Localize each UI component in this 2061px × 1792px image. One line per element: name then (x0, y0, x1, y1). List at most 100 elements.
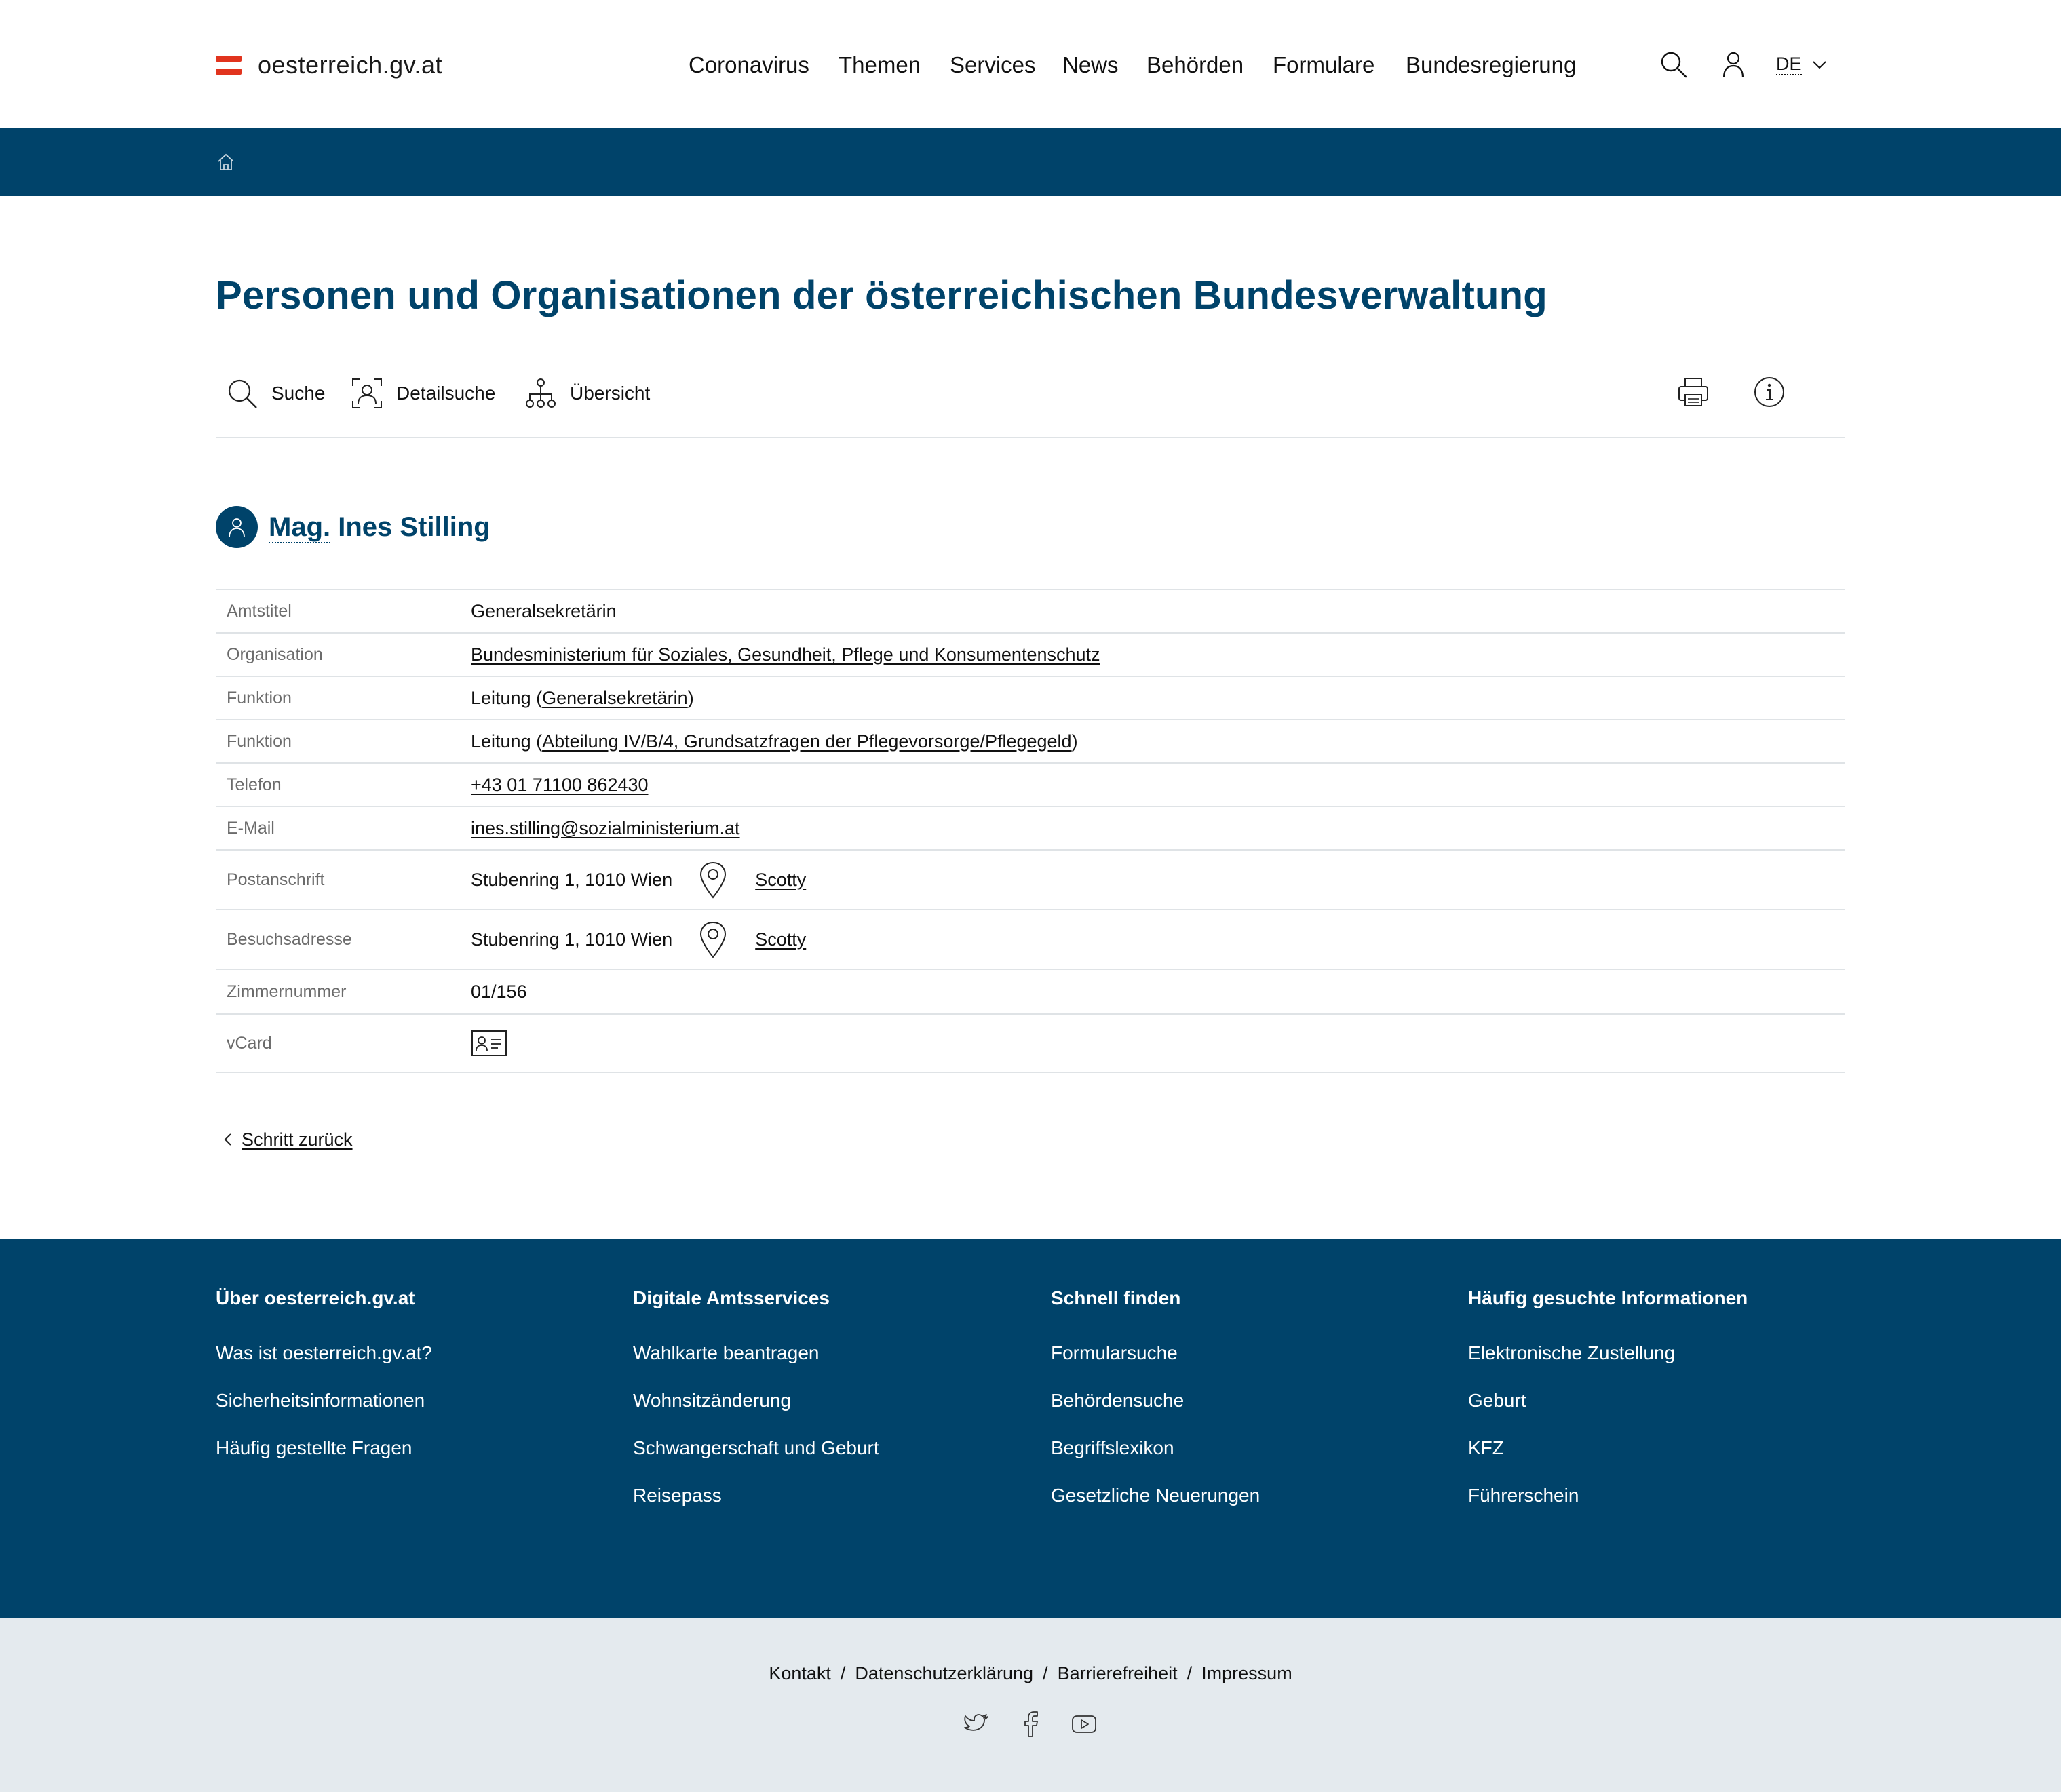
overview-button[interactable]: Übersicht (524, 374, 650, 412)
austria-flag-icon (216, 56, 242, 75)
vcard-icon[interactable] (471, 1030, 507, 1057)
site-logo[interactable]: oesterreich.gv.at (216, 45, 442, 85)
back-link[interactable]: Schritt zurück (221, 1126, 353, 1153)
footer-link[interactable]: Wahlkarte beantragen (633, 1329, 879, 1377)
nav-themen[interactable]: Themen (839, 45, 921, 85)
table-row: Besuchsadresse Stubenring 1, 1010 Wien S… (216, 910, 1845, 970)
row-value-telefon: +43 01 71100 862430 (471, 775, 649, 796)
details-table: Amtstitel Generalsekretärin Organisation… (216, 589, 1845, 1073)
facebook-icon[interactable] (1017, 1711, 1044, 1738)
footer-link[interactable]: Elektronische Zustellung (1468, 1329, 1748, 1377)
info-icon[interactable] (1752, 374, 1787, 410)
search-tool-button[interactable]: Suche (225, 374, 325, 412)
table-row: Funktion Leitung (Generalsekretärin) (216, 677, 1845, 720)
footer-heading: Digitale Amtsservices (633, 1287, 830, 1308)
funktion-prefix: Leitung ( (471, 687, 543, 708)
legal-links: Kontakt / Datenschutzerklärung / Barrierefre… (0, 1663, 2061, 1684)
address-text: Stubenring 1, 1010 Wien (471, 869, 673, 890)
chevron-down-icon (1812, 61, 1826, 69)
detail-search-button[interactable]: Detailsuche (350, 374, 495, 412)
overview-label: Übersicht (570, 383, 651, 404)
person-icon (229, 518, 245, 538)
footer-link[interactable]: Behördensuche (1051, 1377, 1260, 1424)
footer-link[interactable]: Sicherheitsinformationen (216, 1377, 432, 1424)
footer-column: Schnell finden Formularsuche Behördensuc… (1051, 1283, 1260, 1519)
footer-link[interactable]: KFZ (1468, 1424, 1748, 1472)
org-chart-icon (526, 378, 556, 408)
footer-link[interactable]: Formularsuche (1051, 1329, 1260, 1377)
print-icon[interactable] (1676, 374, 1711, 410)
funktion-link[interactable]: Generalsekretärin (542, 688, 688, 709)
face-scan-icon (352, 378, 382, 408)
funktion-link[interactable]: Abteilung IV/B/4, Grundsatzfragen der Pf… (542, 731, 1071, 752)
scotty-link[interactable]: Scotty (755, 870, 806, 891)
row-label-postanschrift: Postanschrift (227, 870, 325, 889)
row-label-funktion: Funktion (227, 731, 292, 751)
scotty-link[interactable]: Scotty (755, 929, 806, 950)
footer-link[interactable]: Gesetzliche Neuerungen (1051, 1472, 1260, 1519)
legal-link-kontakt[interactable]: Kontakt (769, 1663, 831, 1683)
row-label-telefon: Telefon (227, 775, 282, 794)
search-tool-label: Suche (271, 383, 326, 404)
footer-column: Digitale Amtsservices Wahlkarte beantrag… (633, 1283, 879, 1519)
map-pin-icon[interactable] (698, 920, 728, 958)
row-label-organisation: Organisation (227, 644, 323, 664)
row-value-besuchsadresse: Stubenring 1, 1010 Wien Scotty (471, 920, 806, 958)
nav-coronavirus[interactable]: Coronavirus (689, 45, 809, 85)
phone-link[interactable]: +43 01 71100 862430 (471, 775, 649, 796)
legal-link-barrierefreiheit[interactable]: Barrierefreiheit (1058, 1663, 1178, 1683)
row-value-amtstitel: Generalsekretärin (471, 600, 617, 621)
table-row: E-Mail ines.stilling@sozialministerium.a… (216, 807, 1845, 851)
footer-link[interactable]: Häufig gestellte Fragen (216, 1424, 432, 1472)
legal-link-datenschutz[interactable]: Datenschutzerklärung (855, 1663, 1033, 1683)
row-label-zimmernummer: Zimmernummer (227, 981, 347, 1001)
footer-column: Über oesterreich.gv.at Was ist oesterrei… (216, 1283, 432, 1472)
table-row: Funktion Leitung (Abteilung IV/B/4, Grun… (216, 720, 1845, 764)
footer-link[interactable]: Schwangerschaft und Geburt (633, 1424, 879, 1472)
home-icon[interactable] (216, 152, 236, 172)
legal-separator: / (840, 1663, 846, 1683)
avatar (216, 506, 258, 548)
table-row: Amtstitel Generalsekretärin (216, 590, 1845, 634)
twitter-icon[interactable] (963, 1711, 990, 1738)
back-link-label: Schritt zurück (242, 1129, 353, 1150)
row-value-funktion: Leitung (Generalsekretärin) (471, 688, 694, 709)
funktion-prefix: Leitung ( (471, 731, 543, 752)
search-icon (228, 379, 257, 408)
chevron-left-icon (224, 1133, 231, 1146)
row-label-amtstitel: Amtstitel (227, 601, 292, 621)
row-label-funktion: Funktion (227, 688, 292, 707)
nav-services[interactable]: Services (950, 45, 1036, 85)
footer-link[interactable]: Geburt (1468, 1377, 1748, 1424)
person-fullname: Ines Stilling (338, 511, 490, 542)
row-value-organisation: Bundesministerium für Soziales, Gesundhe… (471, 644, 1100, 665)
youtube-icon[interactable] (1071, 1711, 1098, 1738)
legal-separator: / (1187, 1663, 1193, 1683)
nav-news[interactable]: News (1062, 45, 1119, 85)
search-icon[interactable] (1658, 49, 1689, 80)
logo-text: oesterreich.gv.at (258, 51, 442, 79)
academic-title: Mag. (269, 511, 331, 543)
table-row: Zimmernummer 01/156 (216, 970, 1845, 1015)
table-row: Postanschrift Stubenring 1, 1010 Wien Sc… (216, 851, 1845, 910)
nav-behoerden[interactable]: Behörden (1147, 45, 1244, 85)
language-code: DE (1776, 54, 1802, 75)
legal-link-impressum[interactable]: Impressum (1201, 1663, 1292, 1683)
row-label-besuchsadresse: Besuchsadresse (227, 929, 352, 949)
table-row: Telefon +43 01 71100 862430 (216, 764, 1845, 807)
footer-link[interactable]: Begriffslexikon (1051, 1424, 1260, 1472)
email-link[interactable]: ines.stilling@sozialministerium.at (471, 818, 740, 839)
nav-bundesregierung[interactable]: Bundesregierung (1406, 45, 1576, 85)
site-header: oesterreich.gv.at Coronavirus Themen Ser… (0, 0, 2061, 128)
footer-link[interactable]: Führerschein (1468, 1472, 1748, 1519)
footer-link[interactable]: Reisepass (633, 1472, 879, 1519)
user-icon[interactable] (1718, 49, 1749, 80)
footer-link[interactable]: Was ist oesterreich.gv.at? (216, 1329, 432, 1377)
footer-link[interactable]: Wohnsitzänderung (633, 1377, 879, 1424)
address-text: Stubenring 1, 1010 Wien (471, 929, 673, 950)
toolbar: Suche Detailsuche Übersicht (216, 366, 1845, 438)
map-pin-icon[interactable] (698, 861, 728, 899)
language-selector[interactable]: DE (1776, 49, 1828, 80)
organisation-link[interactable]: Bundesministerium für Soziales, Gesundhe… (471, 644, 1100, 665)
nav-formulare[interactable]: Formulare (1273, 45, 1374, 85)
